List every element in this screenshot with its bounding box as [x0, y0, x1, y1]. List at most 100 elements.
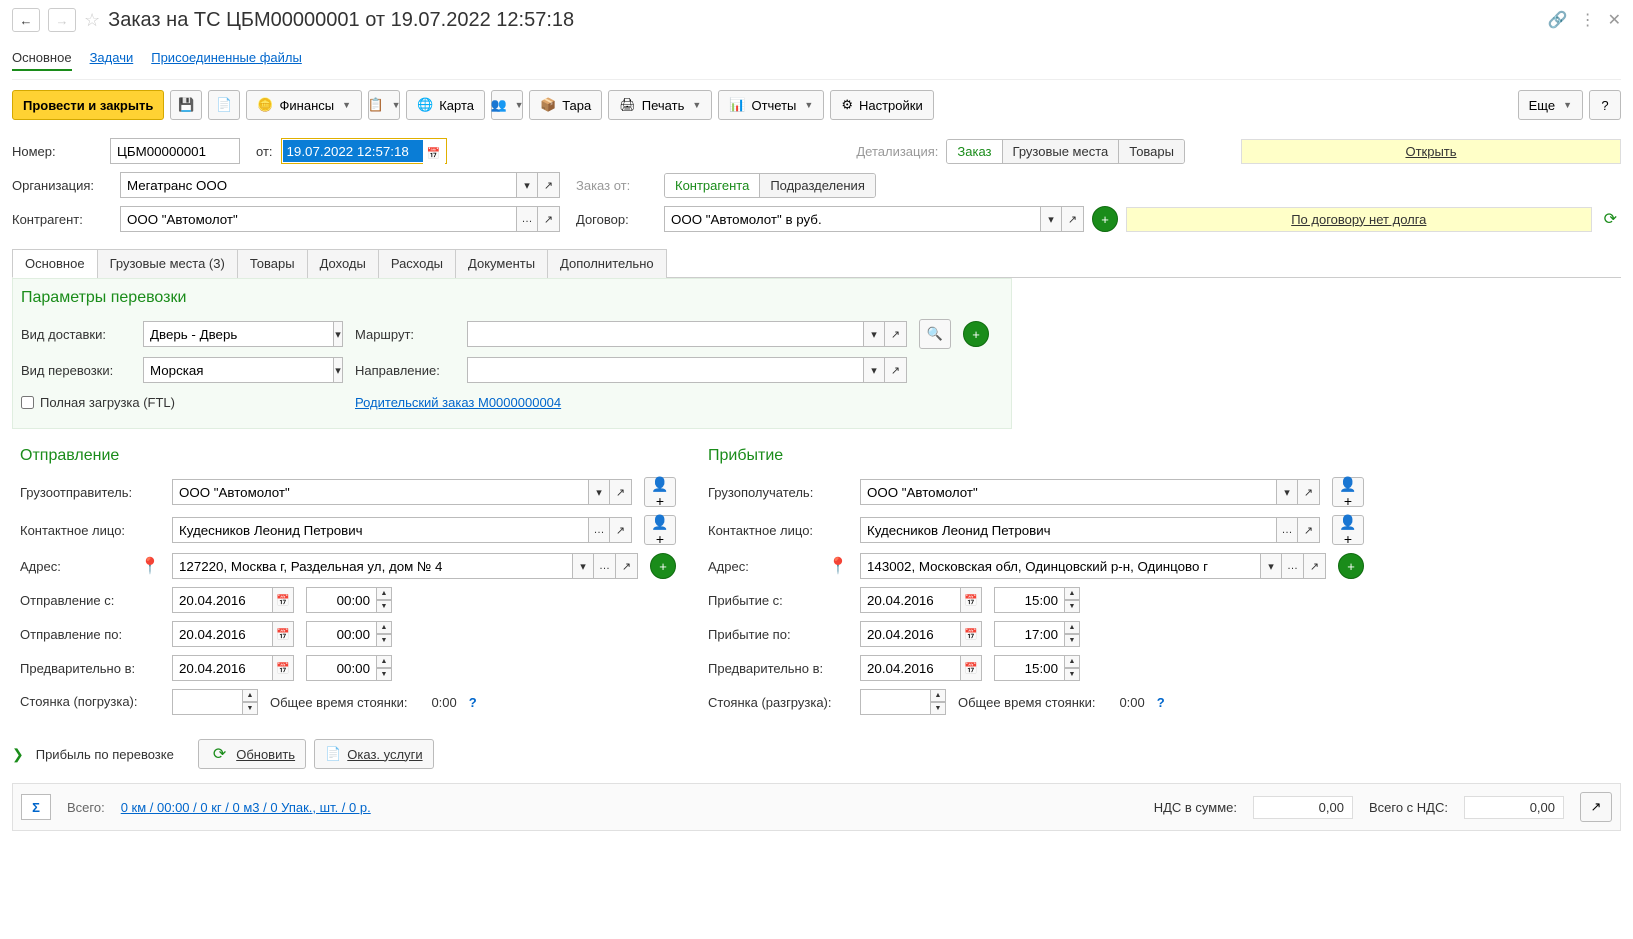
- dep-contact-person-button[interactable]: 👤+: [644, 515, 676, 545]
- receiver-input[interactable]: [860, 479, 1276, 505]
- delivery-type-dropdown[interactable]: ▾: [333, 321, 343, 347]
- org-open-button[interactable]: ↗: [538, 172, 560, 198]
- favorite-star-icon[interactable]: ☆: [84, 10, 100, 31]
- spin-down[interactable]: ▼: [242, 702, 258, 715]
- spin-down[interactable]: ▼: [1064, 668, 1080, 681]
- sub-tab-docs[interactable]: Документы: [455, 249, 548, 278]
- add-arr-address-button[interactable]: +: [1338, 553, 1364, 579]
- help-button[interactable]: ?: [1589, 90, 1621, 120]
- parent-order-link[interactable]: Родительский заказ М0000000004: [355, 395, 561, 410]
- dep-contact-select[interactable]: …: [588, 517, 610, 543]
- add-dep-address-button[interactable]: +: [650, 553, 676, 579]
- spin-down[interactable]: ▼: [1064, 600, 1080, 613]
- delivery-type-input[interactable]: [143, 321, 333, 347]
- route-input[interactable]: [467, 321, 863, 347]
- sub-tab-extra[interactable]: Дополнительно: [547, 249, 667, 278]
- spin-up[interactable]: ▲: [376, 655, 392, 668]
- arr-prelim-date[interactable]: [860, 655, 960, 681]
- arr-address-input[interactable]: [860, 553, 1260, 579]
- dep-parking-input[interactable]: [172, 689, 242, 715]
- contract-input[interactable]: [664, 206, 1040, 232]
- nav-forward-button[interactable]: →: [48, 8, 76, 32]
- order-from-dept-tab[interactable]: Подразделения: [760, 174, 875, 197]
- route-search-button[interactable]: 🔍: [919, 319, 951, 349]
- submit-close-button[interactable]: Провести и закрыть: [12, 90, 164, 120]
- counter-select-button[interactable]: …: [516, 206, 538, 232]
- no-debt-link[interactable]: По договору нет долга: [1126, 207, 1592, 232]
- open-link[interactable]: Открыть: [1241, 139, 1621, 164]
- reports-button[interactable]: 📊Отчеты▼: [718, 90, 824, 120]
- sub-tab-income[interactable]: Доходы: [307, 249, 379, 278]
- dep-address-select[interactable]: …: [594, 553, 616, 579]
- counter-input[interactable]: [120, 206, 516, 232]
- ftl-checkbox[interactable]: [21, 396, 34, 409]
- link-icon[interactable]: 🔗: [1548, 10, 1568, 30]
- sender-person-button[interactable]: 👤+: [644, 477, 676, 507]
- sub-tab-general[interactable]: Основное: [12, 249, 98, 278]
- counter-open-button[interactable]: ↗: [538, 206, 560, 232]
- detail-order-tab[interactable]: Заказ: [947, 140, 1002, 163]
- dep-prelim-date[interactable]: [172, 655, 272, 681]
- dep-from-time[interactable]: [306, 587, 376, 613]
- spin-up[interactable]: ▲: [930, 689, 946, 702]
- arr-from-calendar[interactable]: 📅: [960, 587, 982, 613]
- save-button[interactable]: 💾: [170, 90, 202, 120]
- arr-contact-input[interactable]: [860, 517, 1276, 543]
- map-button[interactable]: 🌐Карта: [406, 90, 485, 120]
- dep-from-date[interactable]: [172, 587, 272, 613]
- arr-from-date[interactable]: [860, 587, 960, 613]
- sub-tab-cargo[interactable]: Грузовые места (3): [97, 249, 238, 278]
- spin-up[interactable]: ▲: [1064, 655, 1080, 668]
- dep-contact-input[interactable]: [172, 517, 588, 543]
- contract-open-button[interactable]: ↗: [1062, 206, 1084, 232]
- arr-address-dropdown[interactable]: ▾: [1260, 553, 1282, 579]
- spin-down[interactable]: ▼: [376, 634, 392, 647]
- nav-back-button[interactable]: ←: [12, 8, 40, 32]
- receiver-dropdown[interactable]: ▾: [1276, 479, 1298, 505]
- sub-tab-goods[interactable]: Товары: [237, 249, 308, 278]
- sender-dropdown[interactable]: ▾: [588, 479, 610, 505]
- refresh-debt-icon[interactable]: ⟳: [1600, 209, 1621, 229]
- document-action-button[interactable]: 📄: [208, 90, 240, 120]
- sub-tab-expense[interactable]: Расходы: [378, 249, 456, 278]
- people-button[interactable]: 👥▼: [491, 90, 523, 120]
- spin-up[interactable]: ▲: [1064, 587, 1080, 600]
- sender-input[interactable]: [172, 479, 588, 505]
- direction-input[interactable]: [467, 357, 863, 383]
- org-dropdown-button[interactable]: ▾: [516, 172, 538, 198]
- arr-contact-open[interactable]: ↗: [1298, 517, 1320, 543]
- dep-to-calendar[interactable]: 📅: [272, 621, 294, 647]
- arr-to-calendar[interactable]: 📅: [960, 621, 982, 647]
- dep-to-date[interactable]: [172, 621, 272, 647]
- expand-totals-button[interactable]: ↗: [1580, 792, 1612, 822]
- main-tab-tasks[interactable]: Задачи: [90, 46, 134, 71]
- detail-goods-tab[interactable]: Товары: [1119, 140, 1184, 163]
- services-button[interactable]: 📄Оказ. услуги: [314, 739, 433, 769]
- arr-prelim-calendar[interactable]: 📅: [960, 655, 982, 681]
- spin-down[interactable]: ▼: [376, 600, 392, 613]
- spin-up[interactable]: ▲: [1064, 621, 1080, 634]
- route-open[interactable]: ↗: [885, 321, 907, 347]
- transport-type-dropdown[interactable]: ▾: [333, 357, 343, 383]
- arr-prelim-time[interactable]: [994, 655, 1064, 681]
- spin-up[interactable]: ▲: [376, 621, 392, 634]
- spin-down[interactable]: ▼: [1064, 634, 1080, 647]
- detail-cargo-tab[interactable]: Грузовые места: [1003, 140, 1120, 163]
- order-from-counter-tab[interactable]: Контрагента: [665, 174, 760, 197]
- print-button[interactable]: 🖨Печать▼: [608, 90, 712, 120]
- dep-to-time[interactable]: [306, 621, 376, 647]
- copy-button[interactable]: 📋▼: [368, 90, 400, 120]
- spin-down[interactable]: ▼: [376, 668, 392, 681]
- receiver-person-button[interactable]: 👤+: [1332, 477, 1364, 507]
- dep-parking-help[interactable]: ?: [469, 695, 477, 710]
- arr-to-date[interactable]: [860, 621, 960, 647]
- arr-contact-person-button[interactable]: 👤+: [1332, 515, 1364, 545]
- arr-parking-help[interactable]: ?: [1157, 695, 1165, 710]
- spin-down[interactable]: ▼: [930, 702, 946, 715]
- calendar-button[interactable]: 📅: [423, 140, 445, 166]
- main-tab-files[interactable]: Присоединенные файлы: [151, 46, 302, 71]
- dep-address-open[interactable]: ↗: [616, 553, 638, 579]
- dep-prelim-calendar[interactable]: 📅: [272, 655, 294, 681]
- dep-prelim-time[interactable]: [306, 655, 376, 681]
- add-contract-button[interactable]: +: [1092, 206, 1118, 232]
